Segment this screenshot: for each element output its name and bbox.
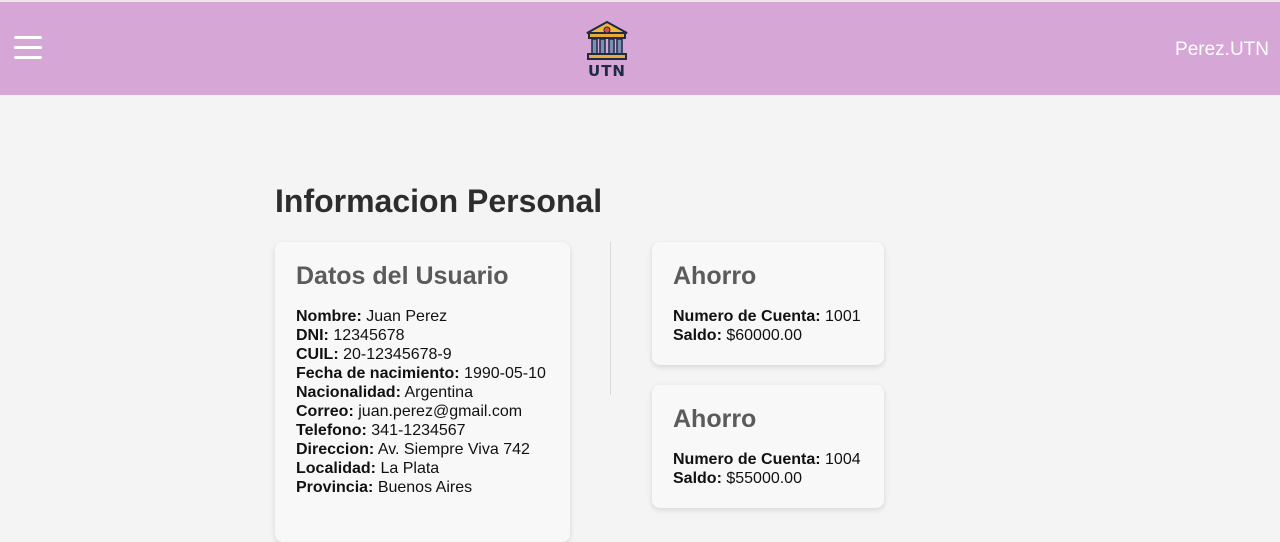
field-cuil: CUIL: 20-12345678-9: [296, 346, 452, 363]
account-number: Numero de Cuenta: 1001: [673, 308, 861, 325]
vertical-divider: [610, 242, 611, 395]
account-type-title: Ahorro: [673, 405, 757, 433]
bank-building-icon: [586, 20, 628, 60]
account-fields: Numero de Cuenta: 1004 Saldo: $55000.00: [673, 450, 861, 488]
page-title: Informacion Personal: [275, 183, 603, 219]
account-card[interactable]: Ahorro Numero de Cuenta: 1001 Saldo: $60…: [652, 242, 884, 365]
field-nacionalidad: Nacionalidad: Argentina: [296, 384, 473, 401]
account-fields: Numero de Cuenta: 1001 Saldo: $60000.00: [673, 307, 861, 345]
field-localidad: Localidad: La Plata: [296, 460, 440, 477]
header-bar: UTN Perez.UTN: [0, 2, 1280, 95]
hamburger-menu-icon[interactable]: [14, 36, 44, 62]
field-nombre: Nombre: Juan Perez: [296, 308, 448, 325]
account-balance: Saldo: $60000.00: [673, 327, 802, 344]
user-data-card: Datos del Usuario Nombre: Juan Perez DNI…: [275, 242, 570, 542]
field-direccion: Direccion: Av. Siempre Viva 742: [296, 441, 530, 458]
username-link[interactable]: Perez.UTN: [1175, 39, 1269, 61]
account-balance: Saldo: $55000.00: [673, 470, 802, 487]
field-dni: DNI: 12345678: [296, 327, 405, 344]
account-card[interactable]: Ahorro Numero de Cuenta: 1004 Saldo: $55…: [652, 385, 884, 508]
account-type-title: Ahorro: [673, 262, 757, 290]
logo-text: UTN: [588, 62, 626, 80]
field-fecha-nacimiento: Fecha de nacimiento: 1990-05-10: [296, 365, 546, 382]
field-telefono: Telefono: 341-1234567: [296, 422, 466, 439]
account-number: Numero de Cuenta: 1004: [673, 451, 861, 468]
user-fields-list: Nombre: Juan Perez DNI: 12345678 CUIL: 2…: [296, 307, 546, 497]
field-provincia: Provincia: Buenos Aires: [296, 479, 473, 496]
field-correo: Correo: juan.perez@gmail.com: [296, 403, 523, 420]
user-card-title: Datos del Usuario: [296, 262, 509, 290]
bank-logo[interactable]: UTN: [583, 20, 631, 80]
